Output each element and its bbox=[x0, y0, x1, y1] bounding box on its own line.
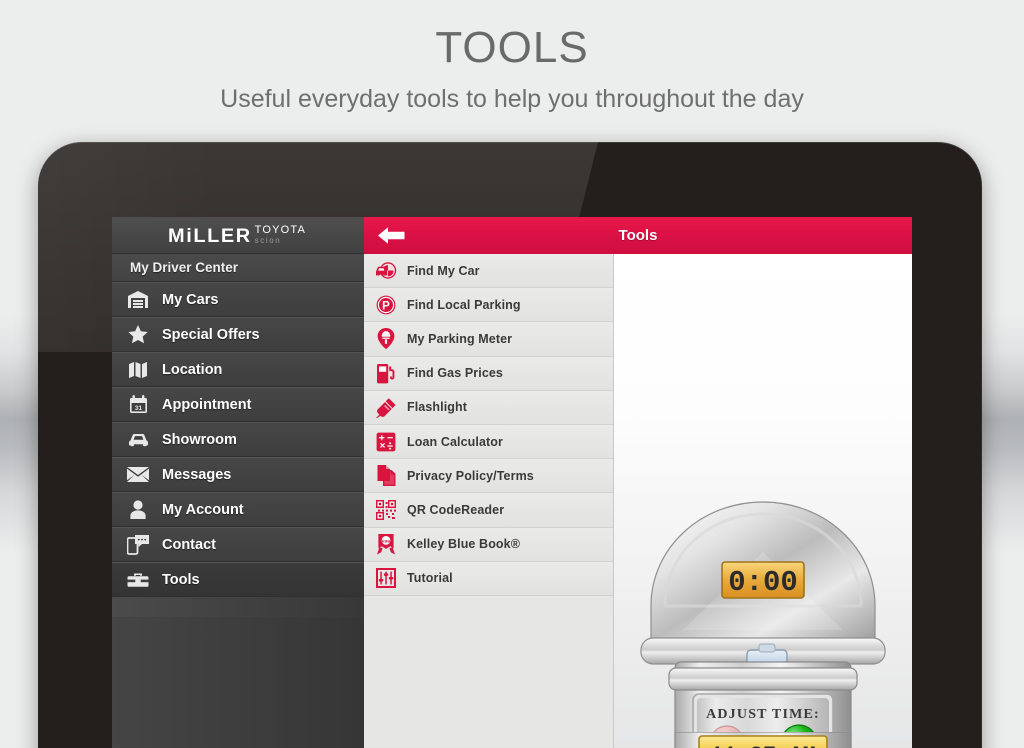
tool-item-my-parking-meter[interactable]: My Parking Meter bbox=[364, 322, 613, 357]
sidebar-item-label: My Account bbox=[162, 501, 244, 518]
calendar-icon: 31 bbox=[126, 394, 150, 416]
sidebar-item-label: Showroom bbox=[162, 431, 237, 448]
sidebar-item-label: My Cars bbox=[162, 291, 219, 308]
meter-expire-time: 11:37 AM bbox=[710, 743, 816, 748]
car-locate-icon bbox=[375, 260, 397, 282]
content-panes: Find My Car P Find Local Parking My Park… bbox=[364, 254, 912, 748]
calculator-icon bbox=[375, 431, 397, 453]
svg-text:P: P bbox=[382, 300, 390, 312]
logo-scion-text: scion bbox=[254, 235, 282, 245]
sidebar-item-tools[interactable]: Tools bbox=[112, 562, 364, 597]
sidebar-item-my-cars[interactable]: My Cars bbox=[112, 282, 364, 317]
parking-meter-pin-icon bbox=[375, 328, 397, 350]
tool-item-label: QR CodeReader bbox=[407, 502, 505, 517]
dealer-logo-bar: MiLLER TOYOTA scion bbox=[112, 217, 364, 254]
kbb-badge-icon: KBB bbox=[375, 533, 397, 555]
app-sidebar: MiLLER TOYOTA scion My Driver Center My … bbox=[112, 217, 364, 748]
tool-item-find-gas-prices[interactable]: Find Gas Prices bbox=[364, 356, 613, 391]
tool-item-flashlight[interactable]: Flashlight bbox=[364, 390, 613, 425]
sidebar-item-label: Appointment bbox=[162, 396, 252, 413]
sidebar-item-label: Contact bbox=[162, 536, 216, 553]
tool-item-label: Tutorial bbox=[407, 571, 453, 586]
tool-item-tutorial[interactable]: Tutorial bbox=[364, 561, 613, 596]
tools-list: Find My Car P Find Local Parking My Park… bbox=[364, 254, 614, 748]
garage-icon bbox=[126, 289, 150, 311]
map-icon bbox=[126, 359, 150, 381]
sidebar-filler bbox=[112, 617, 364, 748]
tool-item-label: Flashlight bbox=[407, 400, 468, 415]
document-icon bbox=[375, 465, 397, 487]
tool-item-label: My Parking Meter bbox=[407, 331, 513, 346]
meter-time-display: 0:00 bbox=[728, 566, 798, 599]
dealer-logo: MiLLER TOYOTA scion bbox=[167, 223, 307, 247]
tablet-screen: MiLLER TOYOTA scion My Driver Center My … bbox=[112, 217, 912, 748]
tool-item-kelley-blue-book[interactable]: KBB Kelley Blue Book® bbox=[364, 527, 613, 562]
tablet-device: MiLLER TOYOTA scion My Driver Center My … bbox=[38, 142, 982, 748]
sidebar-item-label: Special Offers bbox=[162, 326, 260, 343]
star-icon bbox=[126, 324, 150, 346]
tool-item-label: Find Local Parking bbox=[407, 297, 521, 312]
tutorial-sliders-icon bbox=[375, 567, 397, 589]
tool-item-label: Privacy Policy/Terms bbox=[407, 468, 534, 483]
page-subtitle: Useful everyday tools to help you throug… bbox=[220, 85, 804, 113]
toolbox-icon bbox=[126, 569, 150, 591]
topbar-title: Tools bbox=[618, 227, 658, 244]
parking-meter-lower-graphic: 11:37 AM bbox=[674, 732, 852, 748]
sidebar-item-showroom[interactable]: Showroom bbox=[112, 422, 364, 457]
parking-meter-graphic: 0:00 START ADJUST TIME: bbox=[640, 501, 886, 748]
tool-item-label: Kelley Blue Book® bbox=[407, 537, 521, 552]
tool-item-privacy-policy[interactable]: Privacy Policy/Terms bbox=[364, 459, 613, 494]
sidebar-item-messages[interactable]: Messages bbox=[112, 457, 364, 492]
car-icon bbox=[126, 429, 150, 451]
logo-miller-text: MiLLER bbox=[167, 225, 252, 247]
tool-item-qr-code-reader[interactable]: QR CodeReader bbox=[364, 493, 613, 528]
sidebar-item-special-offers[interactable]: Special Offers bbox=[112, 317, 364, 352]
svg-text:31: 31 bbox=[134, 405, 142, 412]
envelope-icon bbox=[126, 464, 150, 486]
tool-item-label: Loan Calculator bbox=[407, 434, 503, 449]
gas-pump-icon bbox=[375, 362, 397, 384]
svg-text:KBB: KBB bbox=[382, 538, 391, 543]
meter-adjust-time-label: ADJUST TIME: bbox=[706, 707, 820, 722]
sidebar-item-appointment[interactable]: 31 Appointment bbox=[112, 387, 364, 422]
tool-item-loan-calculator[interactable]: Loan Calculator bbox=[364, 424, 613, 460]
sidebar-item-label: Messages bbox=[162, 466, 232, 483]
sidebar-item-label: Tools bbox=[162, 571, 200, 588]
page-title: TOOLS bbox=[435, 23, 589, 72]
flashlight-icon bbox=[375, 396, 397, 418]
tool-item-label: Find My Car bbox=[407, 263, 480, 278]
promo-header: TOOLS Useful everyday tools to help you … bbox=[0, 0, 1024, 112]
parking-p-icon: P bbox=[375, 294, 397, 316]
tool-item-find-my-car[interactable]: Find My Car bbox=[364, 254, 613, 289]
phone-chat-icon bbox=[126, 534, 150, 556]
qr-code-icon bbox=[375, 499, 397, 521]
app-content: Tools Find My Car P Find Local Parking M… bbox=[364, 217, 912, 748]
logo-toyota-text: TOYOTA bbox=[254, 223, 307, 236]
parking-meter-panel: 0:00 START ADJUST TIME: bbox=[614, 254, 912, 748]
sidebar-section-header: My Driver Center bbox=[112, 254, 364, 282]
tool-item-label: Find Gas Prices bbox=[407, 366, 503, 381]
person-icon bbox=[126, 499, 150, 521]
tool-item-find-local-parking[interactable]: P Find Local Parking bbox=[364, 288, 613, 323]
sidebar-item-my-account[interactable]: My Account bbox=[112, 492, 364, 527]
app-topbar: Tools bbox=[364, 217, 912, 254]
sidebar-item-label: Location bbox=[162, 361, 223, 378]
sidebar-item-location[interactable]: Location bbox=[112, 352, 364, 387]
sidebar-item-contact[interactable]: Contact bbox=[112, 527, 364, 562]
